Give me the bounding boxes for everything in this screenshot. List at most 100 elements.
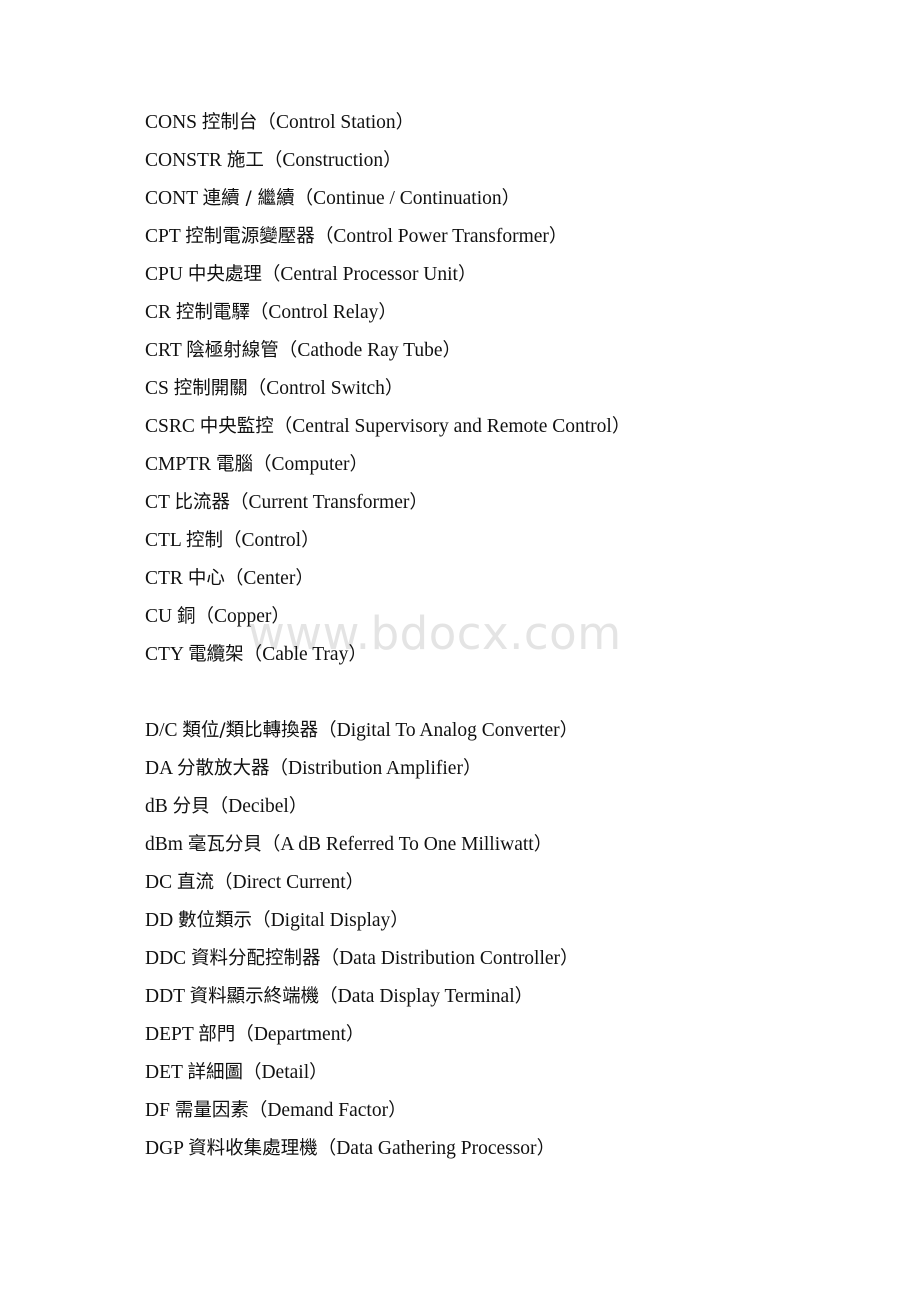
open-paren: （ [252,910,271,931]
glossary-entry: CSRC 中央監控（Central Supervisory and Remote… [145,408,845,446]
entry-chinese-term: 陰極射線管 [186,340,279,361]
entry-chinese-term: 中心 [187,568,225,589]
entry-chinese-term: 中央處理 [187,264,262,285]
entry-abbreviation: DF [145,1100,170,1121]
entry-abbreviation: DDT [145,986,185,1007]
close-paren: ） [559,720,579,741]
open-paren: （ [224,568,244,589]
entry-abbreviation: CPU [145,264,183,285]
entry-chinese-term: 分貝 [172,796,210,817]
entry-english-term: Demand Factor [267,1100,389,1121]
open-paren: （ [195,606,214,627]
entry-chinese-term: 直流 [176,872,214,893]
entry-chinese-term: 需量因素 [174,1100,249,1121]
glossary-entry: CMPTR 電腦（Computer） [145,446,845,484]
entry-abbreviation: CRT [145,340,182,361]
entry-english-term: Central Processor Unit [280,264,458,285]
glossary-entry: CRT 陰極射線管（Cathode Ray Tube） [145,332,845,370]
close-paren: ） [309,1062,328,1083]
close-paren: ） [383,150,402,171]
entry-english-term: Construction [282,150,384,171]
entry-english-term: Control [241,530,302,551]
entry-english-term: Control Switch [266,378,385,399]
entry-abbreviation: CU [145,606,173,627]
glossary-entry: CU 銅（Copper） [145,598,845,636]
glossary-entry: DD 數位類示（Digital Display） [145,902,845,940]
close-paren: ） [457,264,477,285]
open-paren: （ [273,416,293,437]
entry-abbreviation: CONT [145,188,198,209]
entry-english-term: Current Transformer [248,492,410,513]
entry-abbreviation: CMPTR [145,454,212,475]
entry-chinese-term: 控制開關 [173,378,248,399]
entry-chinese-term: 控制台 [201,112,258,133]
entry-chinese-term: 資料分配控制器 [191,948,321,969]
entry-abbreviation: DD [145,910,174,931]
entry-english-term: Detail [261,1062,310,1083]
entry-abbreviation: DGP [145,1138,184,1159]
entry-abbreviation: D/C [145,720,178,741]
glossary-entry: DGP 資料收集處理機（Data Gathering Processor） [145,1130,845,1168]
entry-chinese-term: 資料收集處理機 [188,1138,318,1159]
close-paren: ） [395,112,415,133]
entry-chinese-term: 電纜架 [188,644,244,665]
close-paren: ） [501,188,521,209]
close-paren: ） [560,948,579,969]
entry-chinese-term: 銅 [176,606,196,627]
open-paren: （ [269,758,288,779]
entry-abbreviation: CTY [145,644,184,665]
entry-chinese-term: 資料顯示終端機 [189,986,320,1007]
open-paren: （ [318,720,337,741]
entry-abbreviation: CONSTR [145,150,222,171]
open-paren: （ [253,454,272,475]
open-paren: （ [261,834,281,855]
entry-abbreviation: CONS [145,112,198,133]
entry-english-term: Continue / Continuation [313,188,502,209]
close-paren: ） [348,644,367,665]
open-paren: （ [294,188,314,209]
entry-abbreviation: CPT [145,226,181,247]
glossary-entry-list: CONS 控制台（Control Station） CONSTR 施工（Const… [145,104,845,1168]
entry-chinese-term: 類位/類比轉換器 [182,720,319,741]
entry-english-term: Computer [271,454,350,475]
entry-chinese-term: 控制電驛 [175,302,250,323]
glossary-entry: CONS 控制台（Control Station） [145,104,845,142]
entry-abbreviation: CT [145,492,170,513]
open-paren: （ [248,1100,268,1121]
entry-chinese-term: 施工 [226,150,264,171]
entry-english-term: Digital Display [270,910,391,931]
entry-chinese-term: 控制電源變壓器 [185,226,315,247]
entry-chinese-term: 控制 [185,530,223,551]
entry-chinese-term: 部門 [198,1024,236,1045]
open-paren: （ [317,1138,337,1159]
close-paren: ） [345,872,365,893]
open-paren: （ [263,150,283,171]
entry-chinese-term: 數位類示 [178,910,253,931]
entry-abbreviation: CS [145,378,169,399]
glossary-entry: dB 分貝（Decibel） [145,788,845,826]
entry-abbreviation: dBm [145,834,183,855]
entry-chinese-term: 詳細圖 [187,1062,243,1083]
entry-english-term: Control Station [275,112,396,133]
open-paren: （ [257,112,276,133]
glossary-entry: CTR 中心（Center） [145,560,845,598]
entry-english-term: Control Relay [268,302,379,323]
entry-chinese-term: 毫瓦分貝 [187,834,262,855]
close-paren: ） [442,340,462,361]
entry-english-term: Cable Tray [262,644,349,665]
entry-abbreviation: DET [145,1062,183,1083]
open-paren: （ [209,796,229,817]
close-paren: ） [514,986,534,1007]
entry-english-term: Cathode Ray Tube [297,340,443,361]
entry-chinese-term: 比流器 [174,492,230,513]
entry-abbreviation: DC [145,872,173,893]
glossary-entry: CR 控制電驛（Control Relay） [145,294,845,332]
entry-english-term: Data Distribution Controller [339,948,561,969]
open-paren: （ [278,340,298,361]
close-paren: ） [301,530,320,551]
entry-abbreviation: CTR [145,568,183,589]
close-paren: ） [288,796,308,817]
open-paren: （ [314,226,334,247]
glossary-entry: CPU 中央處理（Central Processor Unit） [145,256,845,294]
